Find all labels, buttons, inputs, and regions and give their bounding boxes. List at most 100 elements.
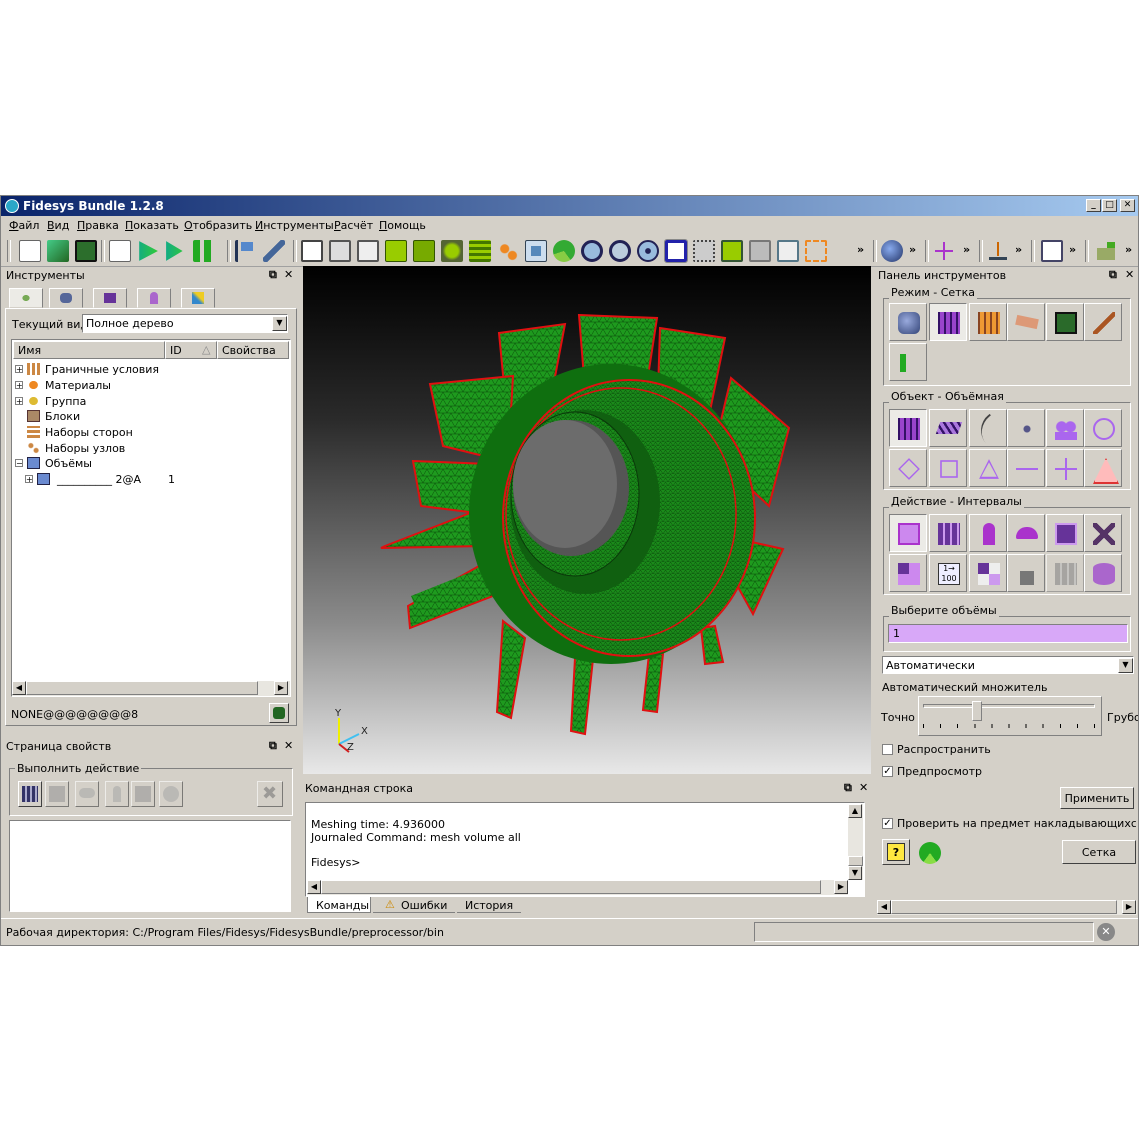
current-view-select[interactable]: Полное дерево ▼ bbox=[82, 314, 288, 333]
menu-calculation[interactable]: Расчёт bbox=[334, 219, 373, 232]
float-panel-icon[interactable]: ⧉ bbox=[269, 268, 277, 282]
preview-checkbox[interactable]: ✓ bbox=[882, 766, 893, 777]
action-scheme-button[interactable] bbox=[929, 514, 967, 552]
mode-mesh-quality-button[interactable] bbox=[969, 303, 1007, 341]
tab-geometry[interactable] bbox=[49, 288, 83, 308]
tab-history[interactable]: История bbox=[457, 897, 521, 913]
prop-action-button-5[interactable] bbox=[131, 781, 155, 807]
node-cross-icon[interactable] bbox=[933, 240, 955, 262]
float-panel-icon[interactable]: ⧉ bbox=[1109, 268, 1117, 282]
action-cylinder-button[interactable] bbox=[1084, 554, 1122, 592]
mesh-model-view[interactable]: Y X Z bbox=[303, 266, 871, 774]
nodes-icon[interactable] bbox=[497, 240, 519, 262]
tab-commands[interactable]: Команды bbox=[307, 897, 371, 913]
tree-hscrollbar[interactable]: ◀ ▶ bbox=[12, 681, 290, 696]
scroll-left-icon[interactable]: ◀ bbox=[877, 900, 891, 914]
prop-action-button-1[interactable] bbox=[18, 781, 42, 807]
object-tri-button[interactable] bbox=[969, 449, 1007, 487]
command-output[interactable]: Meshing time: 4.936000 Journaled Command… bbox=[305, 802, 865, 897]
tab-mesh[interactable] bbox=[93, 288, 127, 308]
expand-icon[interactable]: + bbox=[25, 475, 33, 484]
collapse-icon[interactable]: − bbox=[15, 459, 23, 468]
transparent-cube-icon[interactable] bbox=[357, 240, 379, 262]
scroll-left-icon[interactable]: ◀ bbox=[307, 880, 321, 894]
object-group-button[interactable] bbox=[1046, 409, 1084, 447]
scroll-thumb[interactable] bbox=[891, 900, 1117, 914]
rotate-view-icon[interactable] bbox=[263, 240, 285, 262]
action-clean-button[interactable] bbox=[1007, 554, 1045, 592]
view-box-icon[interactable] bbox=[693, 240, 715, 262]
geometry-icon[interactable] bbox=[441, 240, 463, 262]
wireframe-cube-icon[interactable] bbox=[301, 240, 323, 262]
graphics-viewport[interactable]: Y X Z bbox=[303, 266, 871, 774]
outline-cube-icon[interactable] bbox=[777, 240, 799, 262]
stop-icon[interactable]: ✕ bbox=[1097, 923, 1115, 941]
scroll-thumb[interactable] bbox=[848, 856, 863, 866]
prop-action-button-4[interactable] bbox=[105, 781, 129, 807]
object-edge-button[interactable] bbox=[1007, 449, 1045, 487]
object-quad-button[interactable] bbox=[929, 449, 967, 487]
scroll-up-icon[interactable]: ▲ bbox=[848, 804, 862, 818]
propagate-checkbox[interactable] bbox=[882, 744, 893, 755]
tab-tree[interactable] bbox=[9, 288, 43, 308]
action-copy-button[interactable] bbox=[1046, 514, 1084, 552]
zoom-in-icon[interactable] bbox=[581, 240, 603, 262]
action-intervals-button[interactable] bbox=[889, 514, 927, 552]
object-node-button[interactable] bbox=[1084, 409, 1122, 447]
apply-button[interactable]: Применить bbox=[1060, 787, 1134, 809]
toolbar-overflow-3[interactable]: » bbox=[963, 243, 970, 256]
select-flag-icon[interactable] bbox=[235, 240, 257, 262]
command-prompt[interactable]: Fidesys> bbox=[311, 856, 521, 870]
scroll-down-icon[interactable]: ▼ bbox=[848, 866, 862, 880]
menu-show[interactable]: Показать bbox=[125, 219, 179, 232]
tab-errors[interactable]: ⚠ Ошибки bbox=[373, 897, 455, 913]
view-frame-icon[interactable] bbox=[664, 239, 688, 263]
toolbar-overflow-1[interactable]: » bbox=[857, 243, 864, 256]
prop-action-button-2[interactable] bbox=[45, 781, 69, 807]
add-folder-icon[interactable] bbox=[1095, 240, 1117, 262]
zoom-out-icon[interactable] bbox=[609, 240, 631, 262]
menu-help[interactable]: Помощь bbox=[379, 219, 426, 232]
select-volumes-input[interactable]: 1 bbox=[888, 624, 1128, 643]
toolbar-overflow-6[interactable]: » bbox=[1125, 243, 1132, 256]
bounding-box-icon[interactable] bbox=[805, 240, 827, 262]
boundary-box-icon[interactable] bbox=[1041, 240, 1063, 262]
new-journal-icon[interactable] bbox=[109, 240, 131, 262]
column-header-id[interactable]: ID △ bbox=[165, 341, 217, 359]
refresh-icon[interactable] bbox=[919, 842, 941, 864]
mode-geometry-button[interactable] bbox=[889, 303, 927, 341]
mode-export-button[interactable] bbox=[1046, 303, 1084, 341]
help-button[interactable]: ? bbox=[882, 839, 910, 865]
menu-edit[interactable]: Правка bbox=[77, 219, 119, 232]
object-vertex-button[interactable] bbox=[1007, 409, 1045, 447]
object-volume-button[interactable] bbox=[889, 409, 927, 447]
mesh-button[interactable]: Сетка bbox=[1062, 840, 1136, 864]
close-panel-icon[interactable]: ✕ bbox=[284, 268, 293, 281]
menu-file[interactable]: Файл bbox=[9, 219, 39, 232]
step-icon[interactable] bbox=[166, 241, 183, 261]
check-overlap-checkbox[interactable]: ✓ bbox=[882, 818, 893, 829]
open-file-icon[interactable] bbox=[47, 240, 69, 262]
expand-icon[interactable]: + bbox=[15, 381, 23, 390]
minimize-button[interactable]: _ bbox=[1086, 199, 1101, 212]
scroll-thumb[interactable] bbox=[26, 681, 258, 695]
play-icon[interactable] bbox=[139, 241, 158, 261]
object-tet-button[interactable] bbox=[1084, 449, 1122, 487]
object-point-button[interactable] bbox=[1046, 449, 1084, 487]
dropdown-arrow-icon[interactable]: ▼ bbox=[1118, 658, 1133, 673]
object-curve-button[interactable] bbox=[969, 409, 1007, 447]
zoom-fit-icon[interactable] bbox=[637, 240, 659, 262]
action-check-button[interactable] bbox=[969, 554, 1007, 592]
close-panel-icon[interactable]: ✕ bbox=[284, 739, 293, 752]
scroll-right-icon[interactable]: ▶ bbox=[1122, 900, 1136, 914]
find-button[interactable] bbox=[269, 703, 289, 723]
scroll-right-icon[interactable]: ▶ bbox=[834, 880, 848, 894]
object-face-button[interactable] bbox=[889, 449, 927, 487]
save-icon[interactable] bbox=[75, 240, 97, 262]
prop-action-button-3[interactable] bbox=[75, 781, 99, 807]
shaded-cube-icon[interactable] bbox=[385, 240, 407, 262]
tab-bc[interactable] bbox=[137, 288, 171, 308]
solid-view-icon[interactable] bbox=[721, 240, 743, 262]
dropdown-arrow-icon[interactable]: ▼ bbox=[272, 316, 287, 331]
action-delete-mesh-button[interactable] bbox=[1084, 514, 1122, 552]
